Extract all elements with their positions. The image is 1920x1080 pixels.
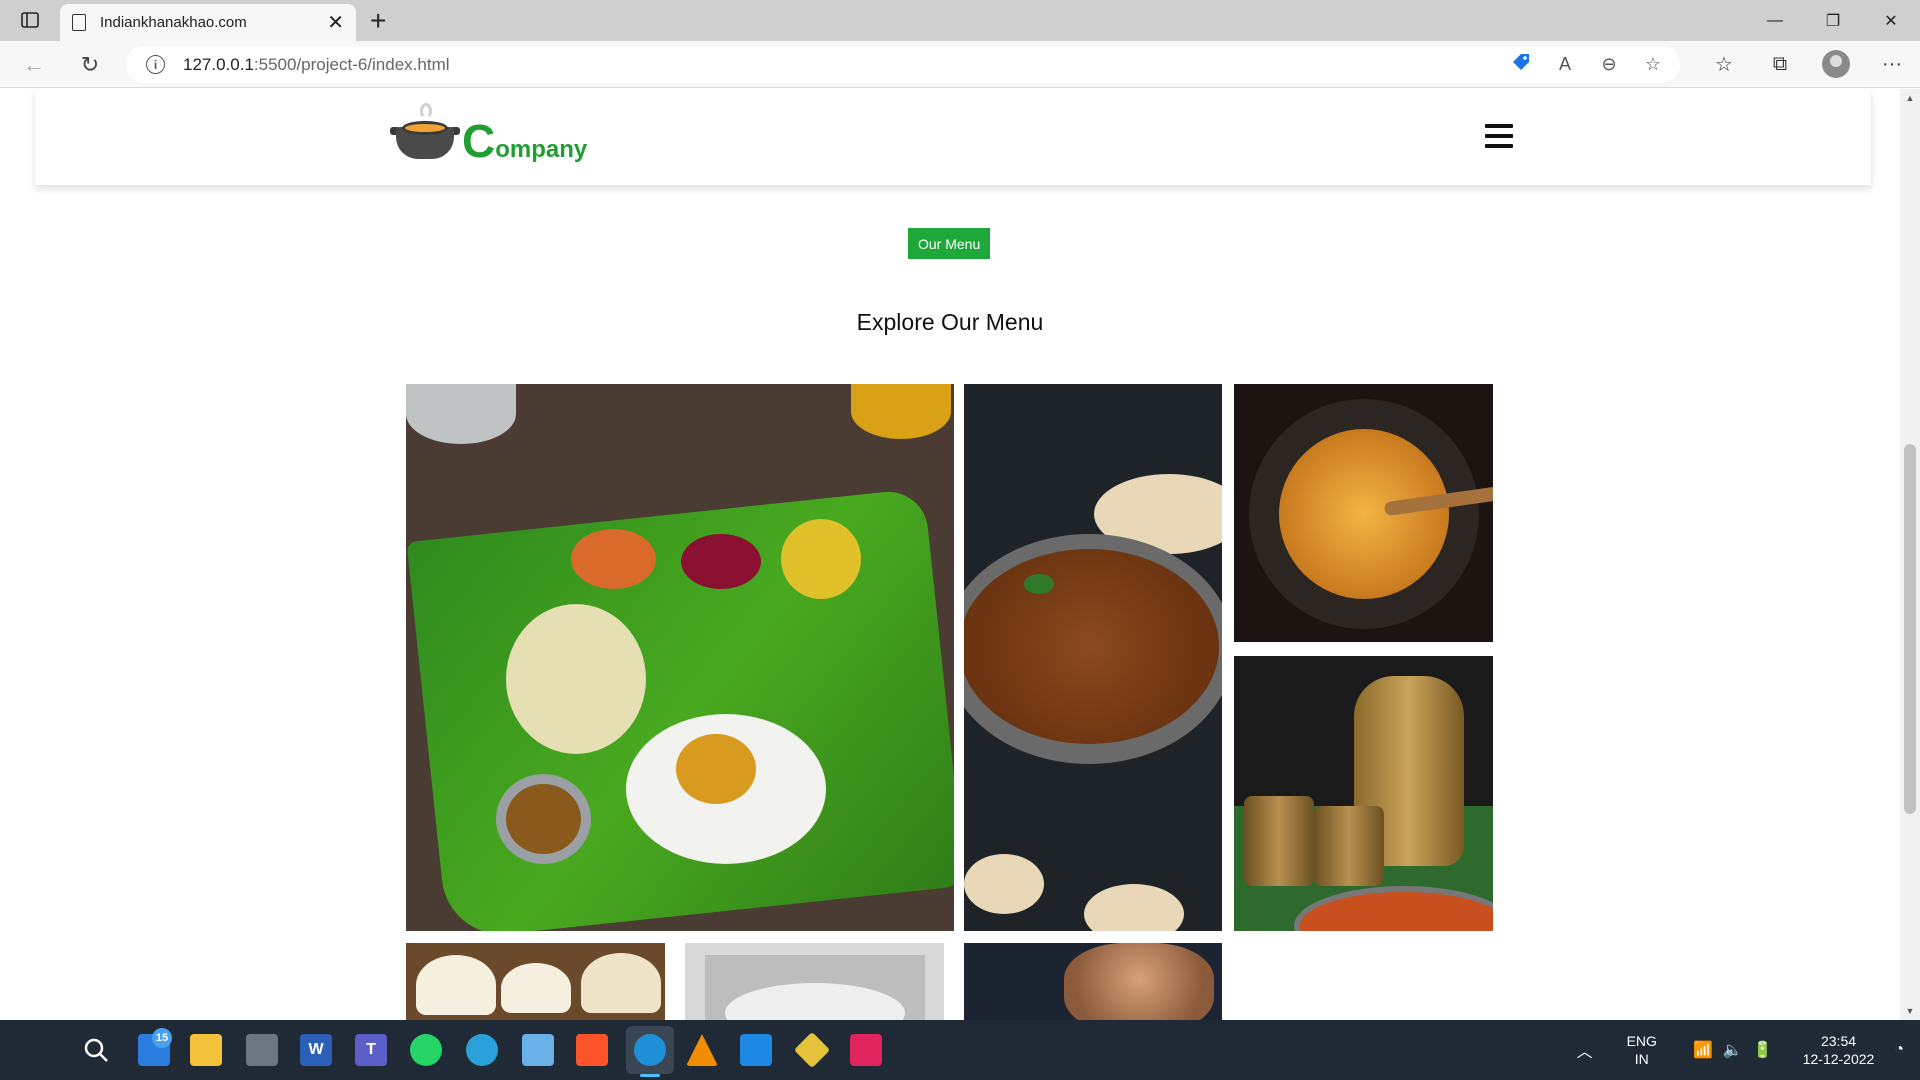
show-hidden-icons-icon[interactable]: ︿ <box>1577 1038 1593 1062</box>
add-favorite-icon[interactable]: ☆ <box>1640 54 1666 75</box>
gallery-image-brass-jugs[interactable] <box>1234 656 1493 931</box>
search-icon[interactable] <box>80 1034 112 1066</box>
teams-icon[interactable]: T <box>355 1034 387 1066</box>
notepad-icon[interactable] <box>522 1034 554 1066</box>
url-path: :5500/project-6/index.html <box>253 54 450 74</box>
scroll-down-arrow-icon[interactable]: ▼ <box>1904 1006 1916 1016</box>
language-indicator[interactable]: ENG IN <box>1627 1032 1657 1068</box>
volume-icon[interactable]: 🔈 <box>1723 1040 1743 1060</box>
vlc-icon[interactable] <box>686 1034 718 1066</box>
language-code: ENG <box>1626 1033 1657 1049</box>
active-app-indicator <box>640 1074 660 1077</box>
brand-rest: ompany <box>495 136 588 163</box>
window-close-button[interactable]: ✕ <box>1862 0 1920 41</box>
omnibox-actions: A ⊖ ☆ <box>1508 52 1666 77</box>
read-aloud-icon[interactable]: A <box>1552 54 1578 75</box>
notification-badge: 15 <box>152 1028 172 1048</box>
brand-name: C ompany <box>462 115 588 167</box>
our-menu-badge: Our Menu <box>908 228 991 259</box>
clock-date: 12-12-2022 <box>1802 1051 1875 1067</box>
tab-actions-icon[interactable] <box>14 9 46 31</box>
whatsapp-icon[interactable] <box>410 1034 442 1066</box>
page-viewport: C ompany Our Menu Explore Our Menu <box>0 89 1900 1020</box>
battery-icon[interactable]: 🔋 <box>1753 1040 1773 1060</box>
telegram-icon[interactable] <box>466 1034 498 1066</box>
collections-icon[interactable]: ⧉ <box>1752 46 1808 82</box>
gallery-image-cupcakes[interactable] <box>406 943 665 1020</box>
site-info-icon[interactable]: i <box>146 55 165 74</box>
gallery-image-plate[interactable] <box>685 943 944 1020</box>
browser-tab-active[interactable]: Indiankhanakhao.com ✕ <box>60 4 356 41</box>
hamburger-menu-icon[interactable] <box>1485 124 1513 148</box>
settings-menu-icon[interactable]: ··· <box>1864 46 1920 82</box>
tab-close-icon[interactable]: ✕ <box>327 13 344 33</box>
brand-initial: C <box>462 115 496 167</box>
vscode-icon[interactable] <box>740 1034 772 1066</box>
git-icon[interactable] <box>793 1031 831 1069</box>
region-code: IN <box>1634 1051 1649 1067</box>
gallery-image-chef[interactable] <box>964 943 1222 1020</box>
gallery-image-thali[interactable] <box>406 384 954 931</box>
favorites-icon[interactable]: ☆ <box>1696 46 1752 82</box>
browser-address-bar: ← ↻ i 127.0.0.1:5500/project-6/index.htm… <box>0 41 1920 88</box>
calculator-icon[interactable] <box>246 1034 278 1066</box>
new-tab-button[interactable]: + <box>370 5 386 37</box>
file-explorer-icon[interactable] <box>190 1034 222 1066</box>
back-button[interactable]: ← <box>20 51 48 79</box>
gallery-image-potato-sabzi[interactable] <box>1234 384 1493 642</box>
scroll-up-arrow-icon[interactable]: ▲ <box>1904 93 1916 103</box>
word-icon[interactable]: W <box>300 1034 332 1066</box>
reload-button[interactable]: ↻ <box>76 51 104 79</box>
start-button-icon[interactable] <box>25 1035 55 1065</box>
url-field[interactable]: i 127.0.0.1:5500/project-6/index.html A … <box>126 46 1680 83</box>
notification-center-icon[interactable]: ◔ <box>1894 1041 1904 1059</box>
windows-taskbar: 15 W T ︿ ENG IN 📶 🔈 🔋 23:54 12-12-2022 ◔ <box>0 1020 1920 1080</box>
clock-time: 23:54 <box>1820 1033 1857 1049</box>
brave-nightly-icon[interactable] <box>850 1034 882 1066</box>
minimize-button[interactable]: — <box>1746 0 1804 41</box>
tab-title: Indiankhanakhao.com <box>100 14 247 31</box>
restore-button[interactable]: ❐ <box>1804 0 1862 41</box>
page-scrollbar[interactable]: ▲ ▼ <box>1900 89 1920 1020</box>
zoom-out-icon[interactable]: ⊖ <box>1596 54 1622 75</box>
avatar-icon <box>1822 50 1850 78</box>
brave-icon[interactable] <box>576 1034 608 1066</box>
url-host: 127.0.0.1 <box>183 54 254 74</box>
section-heading: Explore Our Menu <box>856 309 1044 335</box>
browser-tab-bar: Indiankhanakhao.com ✕ + — ❐ ✕ <box>0 0 1920 41</box>
system-tray: ︿ ENG IN 📶 🔈 🔋 23:54 12-12-2022 ◔ <box>1577 1020 1920 1080</box>
page-icon <box>72 14 86 31</box>
scrollbar-thumb[interactable] <box>1904 444 1916 814</box>
site-logo[interactable]: C ompany <box>390 103 588 167</box>
profile-avatar[interactable] <box>1808 46 1864 82</box>
site-header: C ompany <box>35 89 1871 185</box>
gallery-image-meat-curry[interactable] <box>964 384 1222 931</box>
browser-toolbar: ☆ ⧉ ··· <box>1696 46 1920 82</box>
wifi-icon[interactable]: 📶 <box>1693 1040 1713 1060</box>
cooking-pot-icon <box>390 103 460 163</box>
clock[interactable]: 23:54 12-12-2022 <box>1803 1032 1875 1068</box>
tag-icon[interactable] <box>1508 52 1534 77</box>
window-controls: — ❐ ✕ <box>1746 0 1920 41</box>
edge-icon[interactable] <box>634 1034 666 1066</box>
url-text: 127.0.0.1:5500/project-6/index.html <box>183 55 450 75</box>
